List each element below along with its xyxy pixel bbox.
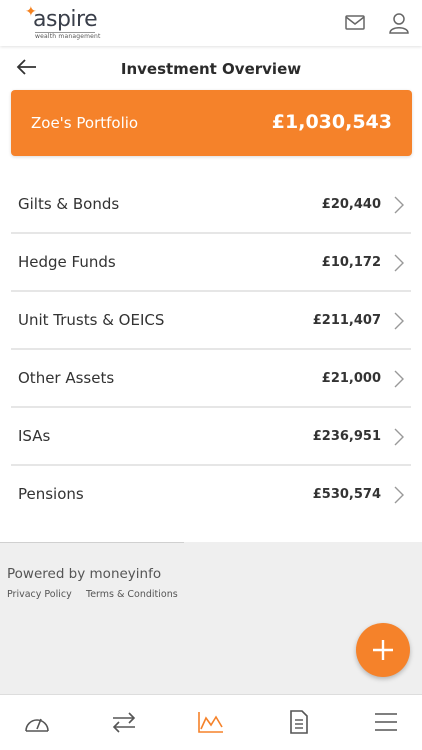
powered-by-text: Powered by moneyinfo [7, 566, 162, 582]
holding-unit-trusts[interactable]: Unit Trusts & OEICS £211,407 [11, 292, 411, 350]
holding-label: Unit Trusts & OEICS [18, 311, 165, 329]
terms-conditions-link[interactable]: Terms & Conditions [86, 589, 178, 600]
bottom-nav [0, 694, 422, 750]
document-icon[interactable] [284, 709, 314, 735]
holding-pensions[interactable]: Pensions £530,574 [11, 466, 411, 524]
holding-other-assets[interactable]: Other Assets £21,000 [11, 350, 411, 408]
holding-label: Hedge Funds [18, 253, 116, 271]
mail-icon[interactable] [342, 10, 368, 36]
add-button[interactable] [356, 623, 410, 677]
page-header: Investment Overview [0, 50, 422, 88]
holding-value: £211,407 [312, 313, 381, 328]
chevron-right-icon [393, 195, 405, 215]
portfolio-name: Zoe's Portfolio [31, 114, 139, 132]
dashboard-icon[interactable] [22, 709, 52, 735]
user-icon[interactable] [386, 10, 412, 36]
footer-divider [0, 542, 184, 543]
transfer-icon[interactable] [109, 709, 139, 735]
chevron-right-icon [393, 485, 405, 505]
chevron-right-icon [393, 369, 405, 389]
holding-value: £10,172 [321, 255, 381, 270]
holding-value: £20,440 [321, 197, 381, 212]
privacy-policy-link[interactable]: Privacy Policy [7, 589, 72, 600]
footer: Powered by moneyinfo Privacy Policy Term… [0, 542, 422, 694]
holdings-list: Gilts & Bonds £20,440 Hedge Funds £10,17… [11, 176, 411, 524]
holding-hedge-funds[interactable]: Hedge Funds £10,172 [11, 234, 411, 292]
holding-gilts-bonds[interactable]: Gilts & Bonds £20,440 [11, 176, 411, 234]
logo-tagline: wealth management [35, 33, 101, 40]
chevron-right-icon [393, 311, 405, 331]
holding-isas[interactable]: ISAs £236,951 [11, 408, 411, 466]
menu-icon[interactable] [371, 709, 401, 735]
aspire-logo[interactable]: ✦ aspire wealth management [25, 5, 105, 41]
holding-value: £530,574 [312, 487, 381, 502]
holding-value: £21,000 [321, 371, 381, 386]
top-bar: ✦ aspire wealth management [0, 0, 422, 46]
holding-value: £236,951 [312, 429, 381, 444]
chevron-right-icon [393, 253, 405, 273]
portfolio-value: £1,030,543 [271, 111, 392, 133]
holding-label: Other Assets [18, 369, 115, 387]
holding-label: Pensions [18, 485, 84, 503]
logo-wordmark: aspire [33, 7, 98, 32]
holding-label: ISAs [18, 427, 51, 445]
page-title: Investment Overview [120, 60, 302, 78]
chevron-right-icon [393, 427, 405, 447]
chart-icon[interactable] [196, 709, 226, 735]
holding-label: Gilts & Bonds [18, 195, 120, 213]
portfolio-card[interactable]: Zoe's Portfolio £1,030,543 [11, 90, 412, 156]
plus-icon [373, 640, 393, 660]
